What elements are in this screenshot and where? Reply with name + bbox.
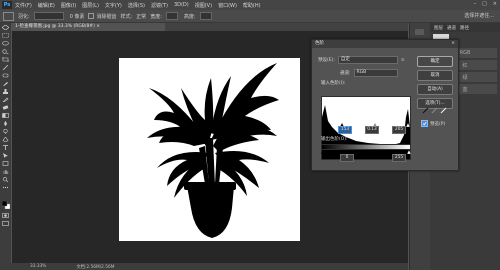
more-tools-icon[interactable] <box>2 185 9 190</box>
menu-image[interactable]: 图像(I) <box>61 2 76 9</box>
palm-plant-silhouette <box>147 63 279 238</box>
output-levels-label: 输出色阶(O): <box>321 137 348 142</box>
rectangle-tool-icon[interactable] <box>2 161 9 166</box>
dialog-title-bar[interactable]: 色阶 × <box>312 40 458 48</box>
document-canvas[interactable] <box>119 58 300 241</box>
history-brush-tool-icon[interactable] <box>2 97 9 102</box>
input-gamma-field[interactable]: 0.13 <box>365 126 379 134</box>
menu-view[interactable]: 视图(V) <box>195 2 212 9</box>
path-selection-tool-icon[interactable] <box>2 153 9 158</box>
quick-select-tool-icon[interactable] <box>2 49 9 54</box>
close-window-button[interactable]: × <box>493 1 497 7</box>
move-tool-icon[interactable] <box>2 25 9 30</box>
output-sliders[interactable] <box>321 149 412 155</box>
antialias-label: 消除锯齿 <box>96 13 117 20</box>
preview-label: 预览(P) <box>430 121 446 127</box>
status-bar: 33.33% 文档:2.56M/2.56M <box>0 263 408 270</box>
auto-button[interactable]: 自动(A) <box>417 84 453 95</box>
zoom-level[interactable]: 33.33% <box>30 264 46 269</box>
document-tab-bar: 1-检查椰景图.jpg @ 33.3% (RGB/8#) × <box>12 23 408 31</box>
eraser-tool-icon[interactable] <box>2 105 9 110</box>
marquee-tool-icon[interactable] <box>2 33 9 38</box>
input-levels-label: 输入色阶(I): <box>321 81 346 86</box>
preset-select[interactable]: 自定 <box>337 56 398 64</box>
white-eyedropper-icon[interactable] <box>440 107 447 114</box>
eyedropper-tool-icon[interactable] <box>2 65 9 70</box>
style-label: 样式: <box>120 13 133 20</box>
menu-bar: Ps 文件(F) 编辑(E) 图像(I) 图层(L) 文字(Y) 选择(S) 滤… <box>0 0 500 10</box>
ok-button[interactable]: 确定 <box>417 56 453 67</box>
cancel-button[interactable]: 取消 <box>417 70 453 81</box>
preset-menu-icon[interactable]: ≡ <box>401 58 405 63</box>
levels-dialog: 色阶 × 预设(E): 自定 ≡ 通道: RGB 输入色阶(I): 153 0.… <box>311 39 459 171</box>
channel-row: 通道: RGB <box>340 69 398 77</box>
maximize-button[interactable]: □ <box>482 1 487 7</box>
feather-unit: 0 像素 <box>69 13 85 20</box>
height-label: 高度: <box>183 13 196 20</box>
dialog-title: 色阶 <box>315 41 324 46</box>
menu-type[interactable]: 文字(Y) <box>105 2 122 9</box>
panel-tabs: 图层 通道 路径 <box>430 23 500 32</box>
channel-label: 通道: <box>340 71 351 76</box>
width-label: 宽度: <box>150 13 162 20</box>
brush-tool-icon[interactable] <box>2 81 9 86</box>
preview-checkbox[interactable] <box>421 120 428 127</box>
output-black-field[interactable]: 0 <box>340 154 354 162</box>
style-value[interactable]: 正常 <box>136 13 146 20</box>
channel-select[interactable]: RGB <box>353 69 398 77</box>
dodge-tool-icon[interactable] <box>2 129 9 134</box>
menu-file[interactable]: 文件(F) <box>15 2 32 9</box>
screen-mode-icon[interactable] <box>2 221 9 226</box>
output-white-field[interactable]: 255 <box>392 154 406 162</box>
black-eyedropper-icon[interactable] <box>422 107 429 114</box>
preview-row: 预览(P) <box>421 120 445 127</box>
document-tab[interactable]: 1-检查椰景图.jpg @ 33.3% (RGB/8#) × <box>12 23 165 31</box>
hand-tool-icon[interactable] <box>2 169 9 174</box>
healing-brush-tool-icon[interactable] <box>2 73 9 78</box>
pen-tool-icon[interactable] <box>2 137 9 142</box>
width-field[interactable] <box>165 12 178 20</box>
type-tool-icon[interactable] <box>2 145 9 150</box>
tab-channels[interactable]: 通道 <box>447 25 456 31</box>
height-field[interactable] <box>199 12 212 20</box>
history-panel-icon[interactable] <box>415 29 424 35</box>
zoom-tool-icon[interactable] <box>2 177 9 182</box>
input-black-field[interactable]: 153 <box>338 126 352 134</box>
crop-tool-icon[interactable] <box>2 57 9 62</box>
quick-mask-icon[interactable] <box>2 213 9 218</box>
input-white-field[interactable]: 205 <box>392 126 406 134</box>
feather-field[interactable] <box>33 12 64 20</box>
preset-row: 预设(E): 自定 ≡ <box>318 56 405 64</box>
options-bar: 羽化: 0 像素 消除锯齿 样式: 正常 宽度: 高度: 选择并遮住... <box>0 10 500 23</box>
blur-tool-icon[interactable] <box>2 121 9 126</box>
menu-help[interactable]: 帮助(H) <box>243 2 261 9</box>
document-info: 文档:2.56M/2.56M <box>76 264 115 270</box>
tab-paths[interactable]: 路径 <box>460 25 469 31</box>
menu-select[interactable]: 选择(S) <box>128 2 145 9</box>
close-icon[interactable]: × <box>451 40 455 48</box>
tools-panel <box>0 23 11 263</box>
gradient-tool-icon[interactable] <box>2 113 9 118</box>
tab-layers[interactable]: 图层 <box>434 25 443 31</box>
foreground-background-colors[interactable] <box>1 200 11 210</box>
menu-filter[interactable]: 滤镜(T) <box>151 2 168 9</box>
preset-label: 预设(E): <box>318 58 335 63</box>
clone-stamp-tool-icon[interactable] <box>2 89 9 94</box>
select-and-mask-button[interactable]: 选择并遮住... <box>464 12 494 19</box>
app-logo: Ps <box>2 1 12 9</box>
lasso-tool-icon[interactable] <box>2 41 9 46</box>
antialias-checkbox[interactable] <box>88 13 95 19</box>
marquee-tool-icon[interactable] <box>3 11 14 21</box>
menu-edit[interactable]: 编辑(E) <box>38 2 55 9</box>
menu-3d[interactable]: 3D(D) <box>174 2 189 8</box>
gray-eyedropper-icon[interactable] <box>431 107 438 114</box>
feather-label: 羽化: <box>18 13 30 20</box>
menu-window[interactable]: 窗口(W) <box>218 2 237 9</box>
menu-layer[interactable]: 图层(L) <box>82 2 99 9</box>
minimize-button[interactable]: – <box>474 1 477 7</box>
